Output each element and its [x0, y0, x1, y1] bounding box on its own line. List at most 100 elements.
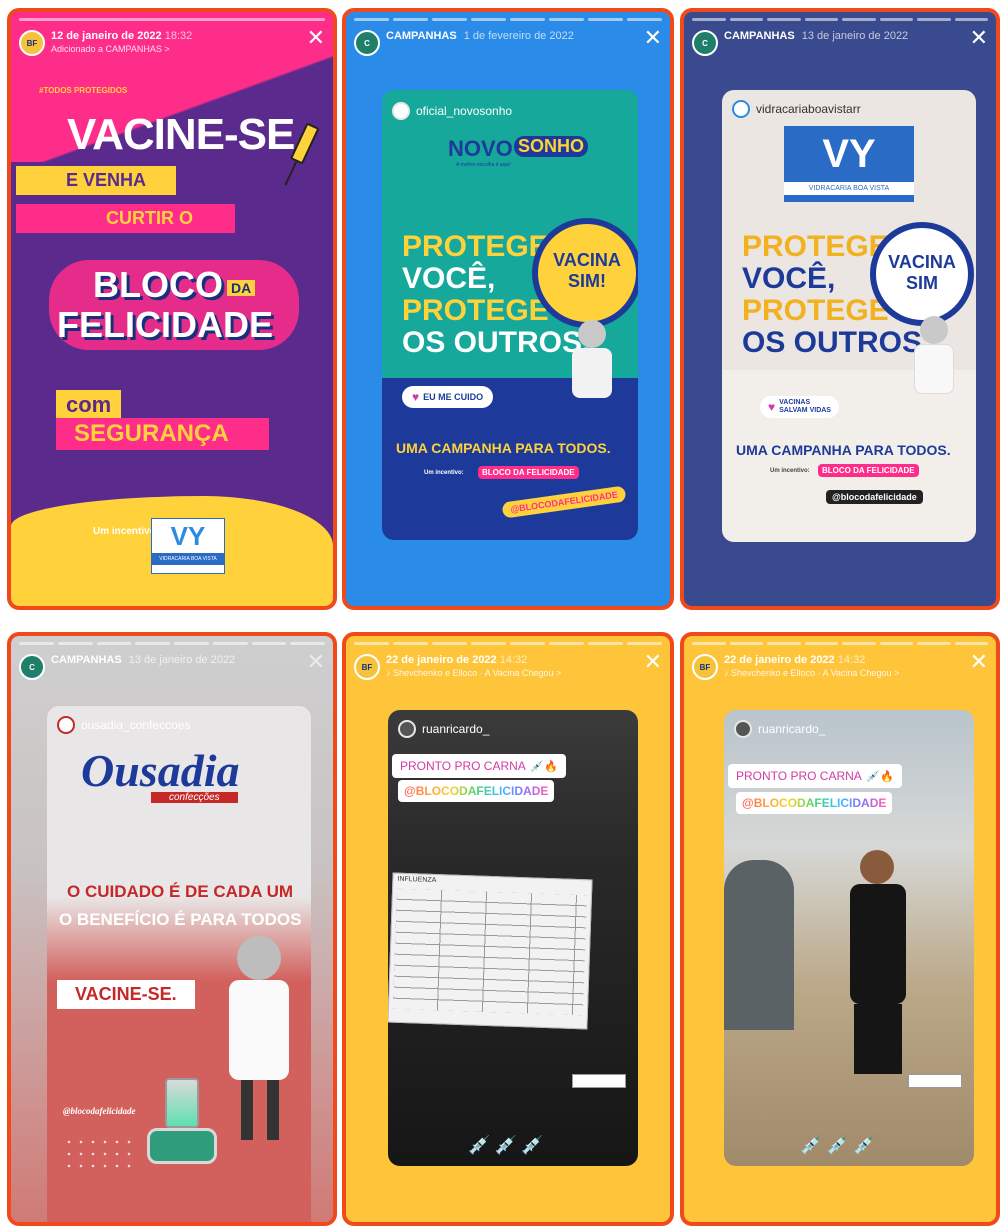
bloco-logo: BLOCO DA FELICIDADE — [49, 252, 299, 352]
syringe-icon: 💉💉💉 — [468, 1135, 548, 1156]
story-date: 22 de janeiro de 2022 — [386, 654, 497, 666]
story-account[interactable]: CAMPANHAS — [51, 654, 122, 666]
story-account[interactable]: CAMPANHAS — [386, 30, 457, 42]
story-5[interactable]: BF 22 de janeiro de 2022 14:32 ♪ Shevche… — [342, 632, 674, 1226]
story-1[interactable]: BF 12 de janeiro de 2022 18:32 Adicionad… — [7, 8, 337, 610]
voce: VOCÊ, — [402, 262, 496, 295]
story-music[interactable]: Shevchenko e Elloco · A Vacina Chegou > — [731, 668, 899, 678]
shared-post-card[interactable]: ruanricardo_ PRONTO PRO CARNA 💉🔥 @BLOCOD… — [388, 710, 638, 1166]
story-4[interactable]: C CAMPANHAS 13 de janeiro de 2022 ✕ ousa… — [7, 632, 337, 1226]
shared-post-card[interactable]: ruanricardo_ PRONTO PRO CARNA 💉🔥 @BLOCOD… — [724, 710, 974, 1166]
incentivo-label: Um incentivo: — [93, 526, 160, 537]
cuidado-text: O CUIDADO É DE CADA UM — [67, 882, 294, 901]
music-icon: ♪ — [724, 668, 729, 678]
story-header: C CAMPANHAS 13 de janeiro de 2022 ✕ — [11, 636, 333, 696]
heart-icon: ♥ — [768, 400, 776, 414]
avatar[interactable]: C — [692, 30, 718, 56]
close-icon[interactable]: ✕ — [644, 652, 662, 674]
handle-sticker[interactable]: @blocodafelicidade — [826, 490, 923, 504]
close-icon[interactable]: ✕ — [307, 652, 325, 674]
doctor-character — [562, 320, 622, 420]
story-date: 13 de janeiro de 2022 — [128, 654, 236, 666]
hashtag: #TODOS PROTEGIDOS — [39, 86, 128, 95]
dots-decoration — [63, 1136, 133, 1176]
doctor-character — [213, 936, 303, 1156]
campanha-text: UMA CAMPANHA PARA TODOS. — [736, 442, 951, 458]
bloco-mini-logo: BLOCO DA FELICIDADE — [818, 464, 919, 477]
story-header: BF 22 de janeiro de 2022 14:32 ♪ Shevche… — [684, 636, 996, 696]
handle-sticker[interactable]: @BLOCODAFELICIDADE — [501, 485, 627, 519]
card-user[interactable]: ruanricardo_ — [398, 720, 489, 738]
shared-post-card[interactable]: vidracariaboavistarr VY VIDRACARIA BOA V… — [722, 90, 976, 542]
bloco-mini-logo: BLOCO DA FELICIDADE — [478, 466, 579, 479]
vacina-sim-badge: VACINA SIM! — [532, 218, 638, 328]
story-date: 1 de fevereiro de 2022 — [463, 30, 574, 42]
story-date: 22 de janeiro de 2022 — [724, 654, 835, 666]
avatar[interactable]: BF — [692, 654, 718, 680]
story-6[interactable]: BF 22 de janeiro de 2022 14:32 ♪ Shevche… — [680, 632, 1000, 1226]
vaccine-machine — [147, 1078, 217, 1178]
seguranca-label: SEGURANÇA — [56, 418, 269, 450]
vacine-badge: VACINE-SE. — [57, 980, 195, 1009]
vacinas-badge: ♥ VACINAS SALVAM VIDAS — [760, 396, 839, 418]
avatar[interactable]: C — [354, 30, 380, 56]
e-venha-label: E VENHA — [16, 166, 177, 195]
card-user[interactable]: vidracariaboavistarr — [732, 100, 861, 118]
shared-post-card[interactable]: oficial_novosonho NOVO SONHO A melhor es… — [382, 90, 638, 540]
pronto-sticker: PRONTO PRO CARNA 💉🔥 — [392, 754, 566, 778]
story-subtitle[interactable]: Adicionado a CAMPANHAS > — [51, 43, 192, 56]
music-icon: ♪ — [386, 668, 391, 678]
pronto-sticker: PRONTO PRO CARNA 💉🔥 — [728, 764, 902, 788]
story-time: 14:32 — [499, 654, 528, 666]
story-3[interactable]: C CAMPANHAS 13 de janeiro de 2022 ✕ vidr… — [680, 8, 1000, 610]
protege-1: PROTEGE — [402, 230, 549, 263]
handle-text: @blocodafelicidade — [63, 1106, 136, 1116]
close-icon[interactable]: ✕ — [307, 28, 325, 50]
close-icon[interactable]: ✕ — [970, 28, 988, 50]
voce: VOCÊ, — [742, 262, 836, 295]
card-user[interactable]: ruanricardo_ — [734, 720, 825, 738]
com-label: com — [56, 390, 122, 420]
heart-icon: ♥ — [412, 390, 420, 404]
outros: OS OUTROS. — [742, 326, 931, 359]
avatar[interactable]: C — [19, 654, 45, 680]
ousadia-logo: Ousadia confecções — [81, 745, 240, 803]
incentivo-label: Um incentivo: — [770, 468, 810, 474]
watermark-box — [572, 1074, 626, 1088]
card-user[interactable]: ousadia_confeccoes — [57, 716, 190, 734]
story-date: 13 de janeiro de 2022 — [801, 30, 909, 42]
story-header: BF 22 de janeiro de 2022 14:32 ♪ Shevche… — [346, 636, 670, 696]
story-header: BF 12 de janeiro de 2022 18:32 Adicionad… — [11, 12, 333, 72]
story-music[interactable]: Shevchenko e Elloco · A Vacina Chegou > — [393, 668, 561, 678]
protege-2: PROTEGE — [742, 294, 889, 327]
protege-2: PROTEGE — [402, 294, 549, 327]
handle-sticker[interactable]: @BLOCODAFELICIDADE — [736, 792, 893, 814]
close-icon[interactable]: ✕ — [644, 28, 662, 50]
beneficio-text: O BENEFÍCIO É PARA TODOS — [59, 910, 302, 929]
curtir-label: CURTIR O — [16, 204, 235, 233]
shared-post-card[interactable]: ousadia_confeccoes Ousadia confecções O … — [47, 706, 311, 1222]
photo-person — [842, 850, 912, 1150]
vacine-title: VACINE-SE — [67, 110, 295, 159]
story-time: 18:32 — [164, 30, 193, 42]
vbv-logo: VY VIDRACARIA BOA VISTA — [151, 518, 225, 574]
close-icon[interactable]: ✕ — [970, 652, 988, 674]
eu-me-cuido-badge: ♥ EU ME CUIDO — [402, 386, 494, 408]
incentivo-label: Um incentivo: — [424, 470, 464, 476]
story-account[interactable]: CAMPANHAS — [724, 30, 795, 42]
story-header: C CAMPANHAS 1 de fevereiro de 2022 ✕ — [346, 12, 670, 72]
campanha-text: UMA CAMPANHA PARA TODOS. — [396, 440, 611, 456]
story-2[interactable]: C CAMPANHAS 1 de fevereiro de 2022 ✕ ofi… — [342, 8, 674, 610]
syringe-icon: 💉💉💉 — [800, 1135, 880, 1156]
vbv-logo: VY VIDRACARIA BOA VISTA — [784, 126, 914, 202]
novosonho-logo: NOVO SONHO A melhor escolha é aqui! — [422, 134, 592, 174]
vacina-sim-badge: VACINA SIM — [870, 222, 974, 326]
photo-nurse — [724, 860, 794, 1030]
card-user[interactable]: oficial_novosonho — [392, 102, 512, 120]
avatar[interactable]: BF — [19, 30, 45, 56]
avatar[interactable]: BF — [354, 654, 380, 680]
doctor-character — [904, 316, 964, 416]
vaccination-card: INFLUENZA — [388, 872, 593, 1030]
handle-sticker[interactable]: @BLOCODAFELICIDADE — [398, 780, 555, 802]
watermark-box — [908, 1074, 962, 1088]
